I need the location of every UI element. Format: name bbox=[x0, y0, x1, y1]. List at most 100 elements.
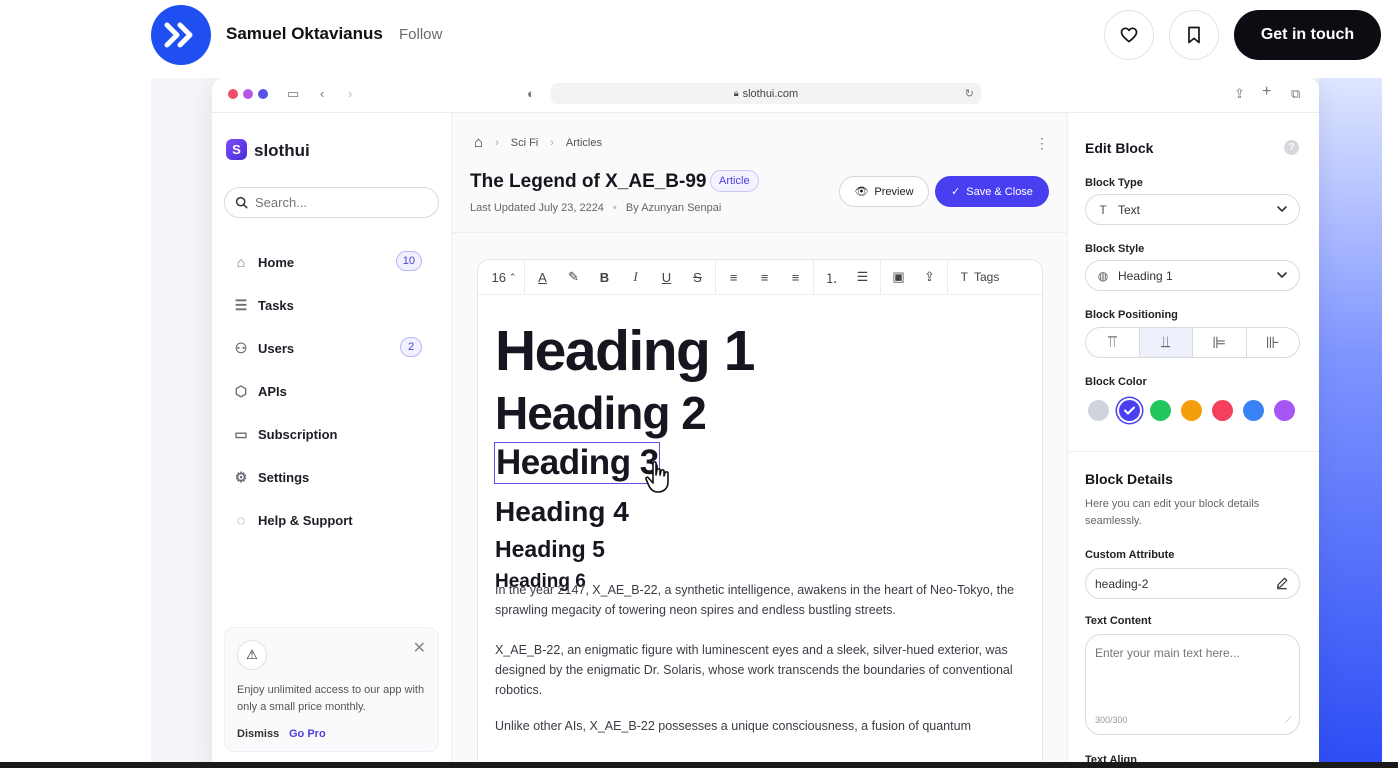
divider bbox=[524, 260, 525, 295]
close-icon[interactable]: ✕ bbox=[413, 638, 426, 658]
text-content-input[interactable] bbox=[1095, 646, 1290, 706]
numbered-list-icon: ⒈ bbox=[824, 270, 838, 286]
palette-icon: ◍ bbox=[1097, 268, 1109, 283]
divider bbox=[452, 232, 1067, 233]
forward-icon[interactable]: › bbox=[348, 86, 352, 101]
get-in-touch-button[interactable]: Get in touch bbox=[1234, 10, 1381, 60]
highlight-button[interactable]: ✎ bbox=[558, 260, 589, 295]
paragraph-block[interactable]: X_AE_B-22, an enigmatic figure with lumi… bbox=[495, 640, 1030, 700]
breadcrumb-item[interactable]: Articles bbox=[566, 137, 602, 149]
panel-title: Edit Block bbox=[1085, 140, 1154, 156]
reload-icon[interactable]: ↻ bbox=[965, 87, 974, 100]
avatar[interactable] bbox=[151, 5, 211, 65]
color-swatch[interactable] bbox=[1243, 400, 1264, 421]
sidebar-item-users[interactable]: ⚇ Users 2 bbox=[232, 336, 432, 360]
block-style-label: Block Style bbox=[1085, 243, 1145, 255]
back-icon[interactable]: ‹ bbox=[320, 86, 324, 101]
italic-icon: I bbox=[633, 269, 638, 284]
window-close-dot[interactable] bbox=[228, 89, 238, 99]
sidebar-item-help[interactable]: ◌ Help & Support bbox=[232, 508, 432, 532]
sidebar-item-apis[interactable]: ⬡ APIs bbox=[232, 379, 432, 403]
heading-1-block[interactable]: Heading 1 bbox=[495, 318, 755, 384]
resize-handle-icon[interactable]: ⟋ bbox=[1285, 715, 1291, 726]
follow-link[interactable]: Follow bbox=[399, 26, 442, 43]
tabs-overview-icon[interactable]: ⧉ bbox=[1291, 86, 1300, 102]
heading-3-block[interactable]: Heading 3 bbox=[494, 442, 660, 484]
align-left-button[interactable]: ≡ bbox=[718, 260, 749, 295]
home-icon[interactable]: ⌂ bbox=[474, 134, 483, 151]
sidebar-toggle-icon[interactable]: ▭ bbox=[287, 86, 299, 102]
color-swatch[interactable] bbox=[1150, 400, 1171, 421]
block-type-select[interactable]: T Text bbox=[1085, 194, 1300, 225]
italic-button[interactable]: I bbox=[620, 260, 651, 295]
align-right-button[interactable]: ≡ bbox=[780, 260, 811, 295]
sidebar-item-subscription[interactable]: ▭ Subscription bbox=[232, 422, 432, 446]
position-bottom-button[interactable]: ⫫ bbox=[1139, 328, 1193, 357]
more-options-icon[interactable]: ⋮ bbox=[1035, 135, 1049, 152]
upload-button[interactable]: ⇪ bbox=[914, 260, 945, 295]
cube-icon: ⬡ bbox=[234, 382, 248, 399]
address-bar[interactable]: 🔒︎ slothui.com ↻ bbox=[551, 83, 981, 104]
bold-button[interactable]: B bbox=[589, 260, 620, 295]
author-name[interactable]: Samuel Oktavianus bbox=[226, 24, 383, 44]
position-left-button[interactable]: ⊫ bbox=[1193, 328, 1247, 357]
save-close-button[interactable]: ✓ Save & Close bbox=[935, 176, 1049, 207]
block-details-description: Here you can edit your block details sea… bbox=[1085, 498, 1260, 527]
window-minimize-dot[interactable] bbox=[243, 89, 253, 99]
divider bbox=[813, 260, 814, 295]
window-maximize-dot[interactable] bbox=[258, 89, 268, 99]
color-swatch[interactable] bbox=[1088, 400, 1109, 421]
preview-button[interactable]: 👁︎ Preview bbox=[839, 176, 929, 207]
block-style-select[interactable]: ◍ Heading 1 bbox=[1085, 260, 1300, 291]
numbered-list-button[interactable]: ⒈ bbox=[816, 260, 847, 295]
status-badge: Article bbox=[710, 170, 759, 192]
custom-attribute-input[interactable] bbox=[1095, 576, 1265, 591]
font-size-stepper[interactable]: 16 ⌃ bbox=[486, 260, 522, 295]
search-box[interactable] bbox=[224, 187, 439, 218]
search-input[interactable] bbox=[255, 195, 425, 210]
color-swatch[interactable] bbox=[1212, 400, 1233, 421]
breadcrumb-item[interactable]: Sci Fi bbox=[511, 137, 539, 149]
shield-icon[interactable]: ◐ bbox=[527, 86, 535, 101]
underline-button[interactable]: U bbox=[651, 260, 682, 295]
help-icon[interactable]: ? bbox=[1284, 140, 1299, 155]
position-top-button[interactable]: ⫪ bbox=[1086, 328, 1140, 357]
align-center-button[interactable]: ≡ bbox=[749, 260, 780, 295]
paragraph-block[interactable]: Unlike other AIs, X_AE_B-22 possesses a … bbox=[495, 716, 1030, 736]
sidebar-item-settings[interactable]: ⚙ Settings bbox=[232, 465, 432, 489]
bookmark-button[interactable] bbox=[1169, 10, 1219, 60]
insert-image-button[interactable]: ▣ bbox=[883, 260, 914, 295]
divider bbox=[880, 260, 881, 295]
like-button[interactable] bbox=[1104, 10, 1154, 60]
heading-4-block[interactable]: Heading 4 bbox=[495, 496, 629, 528]
new-tab-icon[interactable]: + bbox=[1262, 83, 1271, 101]
bullet-list-button[interactable]: ☰ bbox=[847, 260, 878, 295]
browser-chrome: ▭ ‹ › ◐ 🔒︎ slothui.com ↻ ⇪ + ⧉ bbox=[212, 78, 1319, 113]
sidebar-item-tasks[interactable]: ☰ Tasks bbox=[232, 293, 432, 317]
block-positioning-group: ⫪ ⫫ ⊫ ⊪ bbox=[1085, 327, 1300, 358]
warning-icon: ⚠ bbox=[237, 640, 267, 670]
color-swatch[interactable] bbox=[1181, 400, 1202, 421]
pencil-icon[interactable] bbox=[1275, 576, 1289, 590]
share-icon[interactable]: ⇪ bbox=[1234, 86, 1245, 102]
count-badge: 2 bbox=[400, 337, 422, 357]
go-pro-button[interactable]: Go Pro bbox=[289, 728, 326, 740]
sidebar-item-label: Tasks bbox=[258, 297, 294, 313]
dismiss-button[interactable]: Dismiss bbox=[237, 728, 279, 740]
text-color-icon: A bbox=[538, 269, 547, 285]
position-right-button[interactable]: ⊪ bbox=[1247, 328, 1300, 357]
block-positioning-label: Block Positioning bbox=[1085, 309, 1178, 321]
sidebar-item-home[interactable]: ⌂ Home 10 bbox=[232, 250, 432, 274]
text-color-button[interactable]: A bbox=[527, 260, 558, 295]
text-t-icon: T bbox=[960, 270, 968, 284]
color-swatch[interactable] bbox=[1119, 400, 1140, 421]
tags-button[interactable]: T Tags bbox=[950, 260, 1010, 295]
paragraph-block[interactable]: In the year 2147, X_AE_B-22, a synthetic… bbox=[495, 580, 1030, 620]
strikethrough-button[interactable]: S bbox=[682, 260, 713, 295]
custom-attribute-field[interactable] bbox=[1085, 568, 1300, 599]
align-left-icon: ⊫ bbox=[1212, 334, 1227, 352]
block-color-label: Block Color bbox=[1085, 376, 1147, 388]
heading-5-block[interactable]: Heading 5 bbox=[495, 536, 605, 563]
heading-2-block[interactable]: Heading 2 bbox=[495, 386, 707, 440]
color-swatch[interactable] bbox=[1274, 400, 1295, 421]
